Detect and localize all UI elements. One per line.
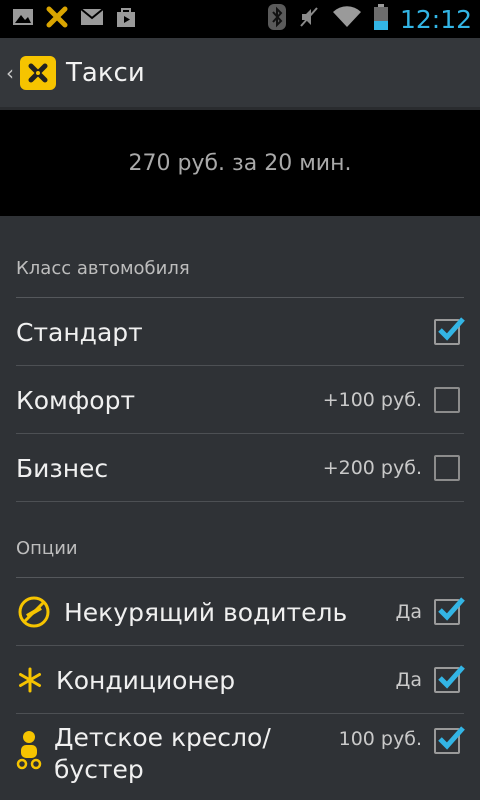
car-class-comfort[interactable]: Комфорт +100 руб.: [0, 366, 480, 434]
row-extra-price: +100 руб.: [322, 389, 422, 411]
notification-icons: [12, 6, 136, 32]
snowflake-icon: [16, 662, 44, 698]
gmail-icon: [80, 8, 104, 30]
row-label: Комфорт: [16, 385, 136, 415]
status-bar: 12:12: [0, 0, 480, 38]
child-seat-icon: [16, 731, 42, 770]
taxi-app-icon: [46, 6, 68, 32]
option-non-smoking[interactable]: Некурящий водитель Да: [0, 578, 480, 646]
checkmark-icon: [438, 726, 465, 750]
row-extra-value: Да: [395, 669, 423, 691]
app-logo-icon[interactable]: [20, 55, 56, 90]
car-class-business[interactable]: Бизнес +200 руб.: [0, 434, 480, 502]
mute-icon: [298, 5, 320, 33]
row-label: Детское кресло/ бустер: [54, 722, 339, 786]
back-chevron-icon[interactable]: ‹: [6, 61, 18, 85]
checkbox-comfort[interactable]: [434, 387, 460, 413]
row-extra-price: +200 руб.: [322, 457, 422, 479]
row-label: Кондиционер: [56, 665, 236, 695]
shop-bag-icon: [116, 6, 136, 32]
bluetooth-icon: [267, 4, 286, 34]
row-label: Стандарт: [16, 317, 143, 347]
price-text: 270 руб. за 20 мин.: [128, 150, 352, 176]
checkbox-business[interactable]: [434, 455, 460, 481]
section-header-options: Опции: [0, 502, 480, 578]
row-label-line2: бустер: [54, 755, 144, 784]
section-header-label: Класс автомобиля: [16, 258, 190, 279]
car-class-standard[interactable]: Стандарт: [0, 298, 480, 366]
price-summary: 270 руб. за 20 мин.: [0, 110, 480, 216]
checkbox-air-conditioning[interactable]: [434, 665, 465, 693]
section-header-car-class: Класс автомобиля: [0, 216, 480, 298]
image-icon: [12, 7, 34, 31]
row-label-line1: Детское кресло/: [54, 723, 271, 752]
checkbox-child-seat[interactable]: [434, 726, 465, 754]
option-child-seat[interactable]: Детское кресло/ бустер 100 руб.: [0, 714, 480, 800]
checkbox-standard[interactable]: [434, 317, 465, 345]
clock: 12:12: [399, 4, 472, 34]
checkmark-icon: [438, 317, 465, 341]
action-bar: ‹ Такси: [0, 38, 480, 110]
row-extra-value: Да: [395, 601, 423, 623]
no-smoking-icon: [16, 594, 52, 630]
settings-list: Класс автомобиля Стандарт Комфорт +100 р…: [0, 216, 480, 800]
checkbox-non-smoking[interactable]: [434, 597, 465, 625]
option-air-conditioning[interactable]: Кондиционер Да: [0, 646, 480, 714]
wifi-icon: [332, 6, 362, 32]
battery-icon: [373, 4, 388, 34]
row-label: Бизнес: [16, 453, 109, 483]
page-title: Такси: [66, 57, 145, 88]
section-header-label: Опции: [16, 538, 78, 559]
system-icons: 12:12: [267, 4, 472, 34]
row-label: Некурящий водитель: [64, 597, 348, 627]
row-extra-price: 100 руб.: [338, 728, 422, 750]
checkmark-icon: [438, 665, 465, 689]
checkmark-icon: [438, 597, 465, 621]
